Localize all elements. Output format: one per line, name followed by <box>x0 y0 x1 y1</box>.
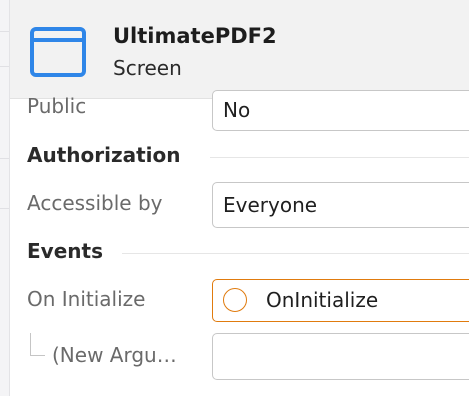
accessible-by-label: Accessible by <box>27 191 163 215</box>
element-title: UltimatePDF2 <box>113 24 277 48</box>
events-divider <box>122 253 469 254</box>
on-initialize-label: On Initialize <box>27 287 146 311</box>
authorization-heading: Authorization <box>27 143 181 167</box>
public-field[interactable]: No <box>212 90 469 131</box>
on-initialize-field[interactable]: OnInitialize <box>212 279 469 322</box>
public-label: Public <box>27 94 87 118</box>
properties-header: UltimatePDF2 Screen <box>10 0 469 99</box>
events-heading: Events <box>27 239 103 263</box>
event-circle-icon <box>223 288 247 312</box>
accessible-by-field[interactable]: Everyone <box>212 182 469 228</box>
tree-connector <box>30 333 45 356</box>
on-initialize-value: OnInitialize <box>266 288 379 312</box>
authorization-divider <box>210 157 469 158</box>
left-panel-edge <box>0 0 10 396</box>
element-type: Screen <box>113 56 182 80</box>
new-argument-label: (New Argu… <box>52 343 177 367</box>
screen-window-icon <box>30 27 86 77</box>
new-argument-field[interactable] <box>212 333 469 380</box>
